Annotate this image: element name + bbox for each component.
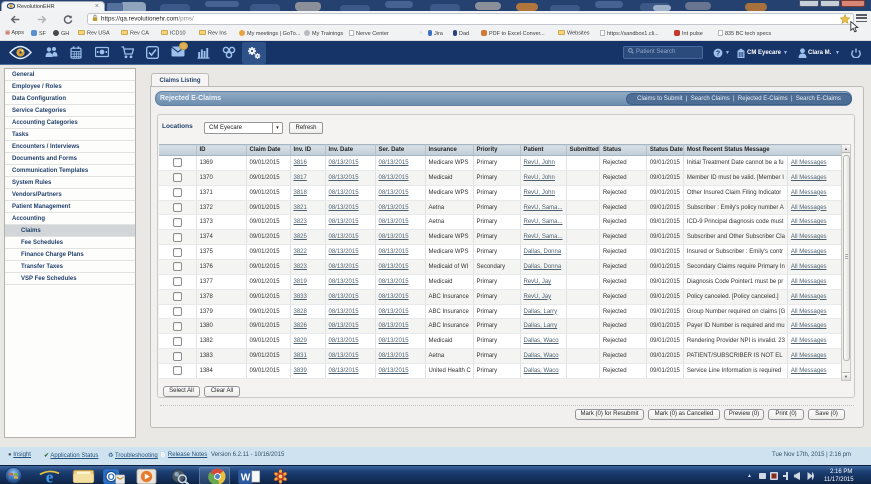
svg-text:?: ? (716, 50, 720, 57)
svg-text:e: e (46, 468, 54, 484)
svg-text:W: W (241, 472, 251, 483)
svg-text:O: O (108, 472, 115, 482)
